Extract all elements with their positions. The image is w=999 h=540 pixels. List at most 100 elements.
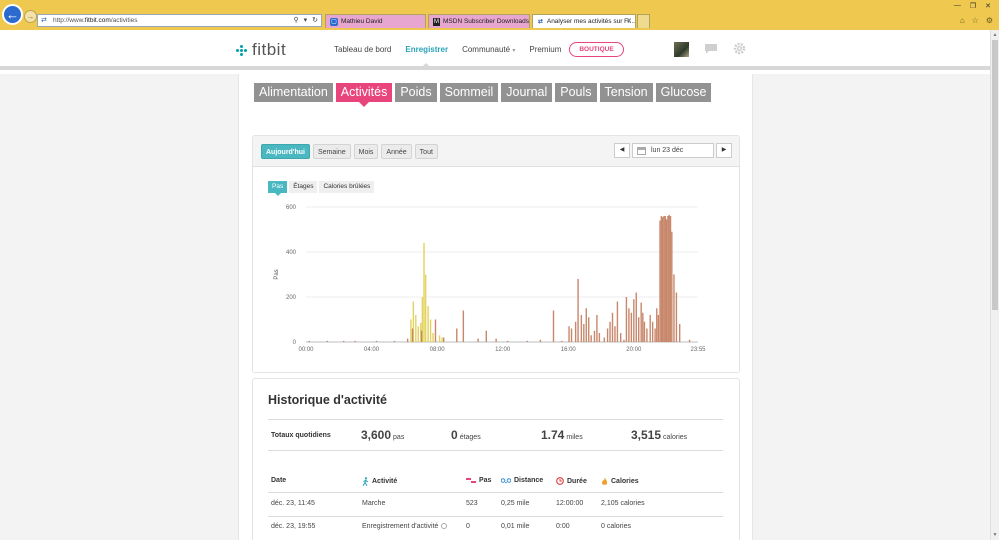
steps-bar [596,315,598,342]
period-week-button[interactable]: Semaine [313,144,351,159]
nav-community[interactable]: Communauté ▾ [462,45,515,54]
close-tab-icon[interactable]: ✕ [626,17,632,25]
row-activity[interactable]: Enregistrement d'activité [362,523,448,530]
period-all-button[interactable]: Tout [414,144,438,159]
close-window-icon[interactable]: ✕ [985,2,991,10]
steps-bar [393,340,396,342]
search-icon[interactable]: ⚲ [293,16,298,24]
col-calories-label: Calories [611,478,639,485]
col-activity-label: Activité [372,478,398,485]
tab-journal[interactable]: Journal [501,83,553,102]
messages-icon[interactable] [704,43,718,54]
steps-bar [411,328,414,342]
row-distance: 0,01 mile [501,523,530,530]
col-activity: Activité [362,477,397,486]
browser-tools: ⌂ ☆ ⚙ [960,16,993,25]
metric-floors-tab[interactable]: Étages [289,181,318,193]
row-duration: 0:00 [556,523,570,530]
period-month-button[interactable]: Mois [353,144,379,159]
tab-heart-rate[interactable]: Pouls [555,83,597,102]
tab-sleep[interactable]: Sommeil [439,83,499,102]
tab-glucose[interactable]: Glucose [655,83,712,102]
steps-bar [633,299,635,342]
total-steps-value: 3,600 [361,428,392,442]
tab-weight[interactable]: Poids [395,83,437,102]
table-row[interactable]: déc. 23, 19:55 Enregistrement d'activité… [271,523,723,535]
new-tab-button[interactable] [637,14,650,28]
steps-bar [415,315,417,342]
steps-bar [665,219,668,342]
steps-bar [417,326,419,342]
page-scrollbar[interactable]: ▲ ▼ [990,30,999,540]
nav-premium[interactable]: Premium [529,45,561,54]
x-tick-label: 20:00 [626,347,642,353]
row-activity[interactable]: Marche [362,500,385,507]
steps-bar [354,340,356,342]
scrollbar-thumb[interactable] [992,40,998,310]
metric-calories-tab[interactable]: Calories brûlées [319,181,375,193]
metric-steps-tab[interactable]: Pas [268,181,288,196]
home-icon[interactable]: ⌂ [960,16,965,25]
y-axis-label: Pas [274,269,280,279]
browser-tab-fitbit[interactable]: ⇄ Analyser mes activités sur Fi... ✕ [532,14,636,28]
row-date: déc. 23, 11:45 [271,500,315,507]
steps-bar [651,321,654,342]
steps-bar [628,308,630,342]
steps-bar [574,321,577,342]
gear-icon[interactable] [733,42,746,55]
browser-tab-mathieu[interactable]: ▢ Mathieu David [325,14,426,28]
footsteps-icon [466,478,476,483]
row-steps: 523 [466,500,478,507]
metric-tabs: Pas Étages Calories brûlées [268,181,375,196]
divider [268,419,723,420]
table-row[interactable]: déc. 23, 11:45 Marche 523 0,25 mile 12:0… [271,500,723,512]
row-steps: 0 [466,523,470,530]
steps-bar [623,339,625,342]
clock-icon [556,477,564,485]
steps-bar [420,330,423,342]
activity-history: Historique d'activité Totaux quotidiens … [252,378,740,540]
browser-tab-label: Analyser mes activités sur Fi... [546,18,635,25]
period-today-button[interactable]: Aujourd'hui [261,144,310,159]
forward-arrow-icon[interactable]: → [24,10,37,23]
address-bar[interactable]: ⇄ http://www. fitbit.com/activities ⚲ ▾ ↻ [37,14,322,27]
steps-bar [678,324,681,342]
steps-bar [585,308,587,342]
browser-tab-msdn[interactable]: M MSDN Subscriber Downloads [428,14,530,28]
back-arrow-icon[interactable]: ← [2,4,23,25]
steps-bar [308,340,310,342]
steps-bar [526,340,528,342]
tab-activities[interactable]: Activités [335,83,393,107]
shop-button[interactable]: BOUTIQUE [569,42,624,57]
minimize-icon[interactable]: — [954,2,961,10]
steps-bar [456,328,458,342]
scroll-up-icon[interactable]: ▲ [991,30,999,40]
gear-icon[interactable]: ⚙ [986,16,993,25]
next-day-icon[interactable]: ▶ [716,143,732,158]
nav-dashboard[interactable]: Tableau de bord [334,45,391,54]
previous-day-icon[interactable]: ◀ [614,143,630,158]
steps-bar [654,328,656,342]
date-field[interactable]: lun 23 déc [632,143,714,158]
nav-active-caret [421,63,431,68]
steps-bar [656,308,658,342]
tab-blood-pressure[interactable]: Tension [599,83,653,102]
scroll-down-icon[interactable]: ▼ [991,530,999,540]
tab-food[interactable]: Alimentation [254,83,333,102]
steps-bar [432,333,434,342]
fitbit-logo[interactable]: fitbit [236,40,286,60]
info-icon[interactable] [441,523,448,530]
restore-icon[interactable]: ❐ [970,2,976,10]
steps-bar [593,330,596,342]
steps-bar [438,335,441,342]
refresh-icon[interactable]: ↻ [312,16,318,24]
period-year-button[interactable]: Année [381,144,412,159]
x-tick-label: 00:00 [298,347,314,353]
dropdown-arrow-icon[interactable]: ▾ [304,16,308,24]
steps-bar [611,312,614,342]
period-toolbar: Aujourd'hui Semaine Mois Année Tout ◀ lu… [253,136,739,167]
nav-log[interactable]: Enregistrer [405,45,448,54]
favorites-star-icon[interactable]: ☆ [972,16,979,25]
avatar[interactable] [674,42,689,57]
row-date: déc. 23, 19:55 [271,523,316,530]
